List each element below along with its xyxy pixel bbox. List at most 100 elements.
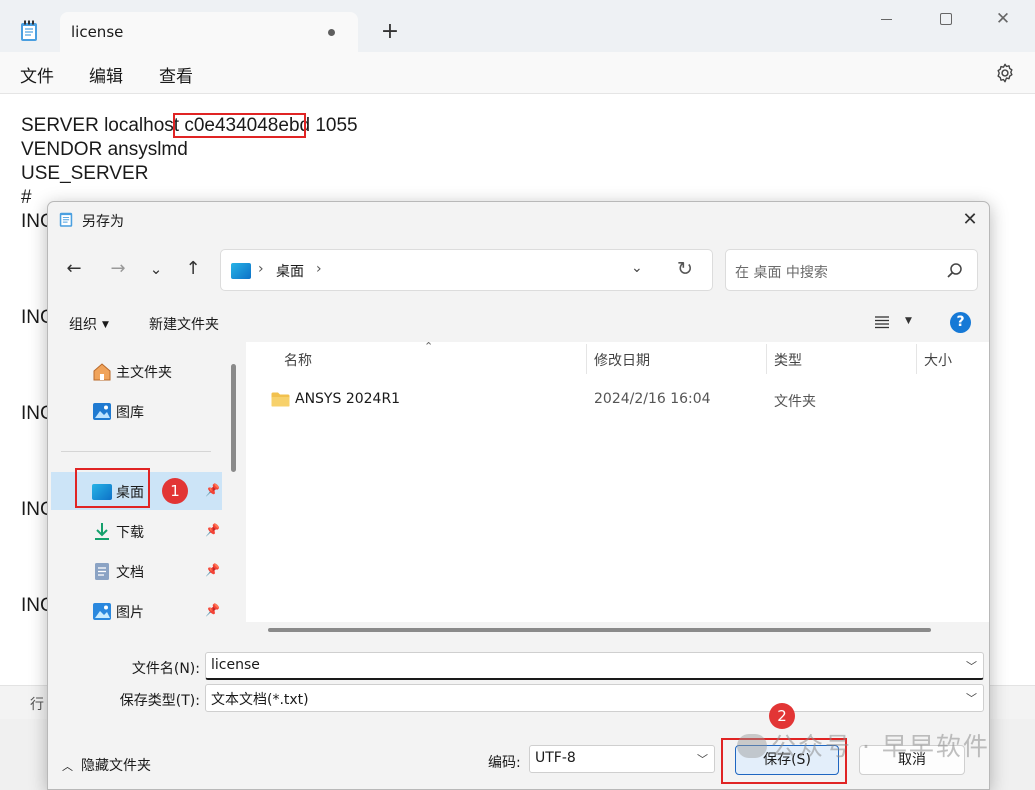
maximize-button[interactable] [930,8,960,30]
caret-down-icon: ▼ [102,320,109,330]
hide-folders-toggle[interactable]: ︿ 隐藏文件夹 [62,755,151,775]
editor-line: VENDOR ansyslmd [21,139,188,160]
column-header-modified[interactable]: 修改日期 [594,350,650,370]
horizontal-scrollbar[interactable] [246,622,989,638]
sidebar-item-label: 下载 [116,525,144,541]
hostid-highlight-box [173,113,306,138]
pin-icon: 📌 [205,483,220,497]
file-list: 名称 ⌃ 修改日期 类型 大小 ANSYS 2024R1 2024/2/16 1… [246,340,989,638]
column-separator[interactable] [586,344,587,374]
chevron-up-icon: ︿ [62,760,73,773]
column-header-label: 名称 [284,353,312,369]
address-dropdown-button[interactable]: ⌄ [631,260,643,276]
sidebar-item-documents[interactable]: 文档 📌 [51,552,222,590]
horizontal-scrollbar-thumb[interactable] [268,628,931,632]
file-modified: 2024/2/16 16:04 [594,391,711,407]
menu-view[interactable]: 查看 [159,62,193,87]
up-button[interactable]: ↑ [182,258,204,280]
filetype-label: 保存类型(T): [119,693,200,709]
step-badge-2: 2 [769,703,795,729]
encoding-label: 编码: [488,755,521,771]
dialog-close-button[interactable]: ✕ [958,208,982,232]
sidebar-item-pictures[interactable]: 图片 📌 [51,592,222,630]
chevron-down-icon[interactable]: ﹀ [966,690,977,706]
home-icon [93,363,111,381]
forward-button[interactable]: → [107,258,129,280]
encoding-value: UTF-8 [535,750,576,766]
filename-value: license [211,657,260,673]
notepad-app-icon [59,212,73,227]
nav-scrollbar-thumb[interactable] [231,364,236,472]
view-options-caret-icon[interactable]: ▼ [905,316,912,326]
filetype-select[interactable]: 文本文档(*.txt) ﹀ [205,684,984,712]
organize-menu-button[interactable]: 组织 ▼ [69,314,109,334]
editor-line: # [21,187,32,208]
gallery-icon [93,403,111,420]
sidebar-item-label: 图片 [116,605,144,621]
notepad-titlebar: license + ✕ [0,0,1035,52]
sidebar-item-home[interactable]: 主文件夹 [51,352,222,390]
search-input[interactable]: 在 桌面 中搜索 [725,249,978,291]
notepad-app-icon [21,20,37,41]
download-icon [95,523,109,540]
hide-folders-label: 隐藏文件夹 [81,758,151,774]
nav-divider [61,451,211,452]
breadcrumb-desktop[interactable]: 桌面 [276,261,304,281]
file-row[interactable]: ANSYS 2024R1 2024/2/16 16:04 文件夹 [246,386,989,416]
minimize-button[interactable] [872,8,902,30]
file-name: ANSYS 2024R1 [295,391,401,407]
pictures-icon [93,603,111,620]
gear-icon[interactable] [994,62,1016,84]
sort-ascending-icon: ⌃ [424,340,434,353]
filename-field[interactable]: license ﹀ [205,652,984,680]
window-close-button[interactable]: ✕ [988,8,1018,30]
filename-label: 文件名(N): [131,661,200,677]
document-icon [95,563,109,580]
pin-icon: 📌 [205,563,220,577]
column-separator[interactable] [916,344,917,374]
editor-line: USE_SERVER [21,163,149,184]
refresh-button[interactable]: ↻ [677,258,693,280]
sidebar-item-gallery[interactable]: 图库 [51,392,222,430]
search-icon [947,263,962,278]
recent-locations-button[interactable]: ⌄ [145,258,167,280]
menu-file[interactable]: 文件 [20,62,54,87]
tab-license[interactable]: license [60,12,358,52]
unsaved-dot-icon[interactable] [328,29,335,36]
column-header-type[interactable]: 类型 [774,350,802,370]
filetype-value: 文本文档(*.txt) [211,692,309,708]
encoding-select[interactable]: UTF-8 ﹀ [529,745,715,773]
new-tab-button[interactable]: + [376,18,404,46]
wechat-icon [737,734,767,758]
desktop-highlight-box [75,468,150,508]
watermark: 公众号 · 早早软件 [737,727,990,763]
status-line-indicator: 行 [30,697,44,713]
pin-icon: 📌 [205,523,220,537]
sidebar-item-label: 主文件夹 [116,365,172,381]
organize-label: 组织 [69,317,97,333]
menu-edit[interactable]: 编辑 [89,62,123,87]
column-header-name[interactable]: 名称 [284,350,312,370]
search-placeholder: 在 桌面 中搜索 [735,265,828,281]
chevron-right-icon[interactable]: › [258,261,264,277]
sidebar-item-label: 文档 [116,565,144,581]
save-as-dialog: 另存为 ✕ ← → ⌄ ↑ › 桌面 › ⌄ ↻ 在 桌面 中搜索 组织 ▼ 新建… [47,201,990,790]
back-button[interactable]: ← [63,258,85,280]
help-icon[interactable]: ? [950,312,971,333]
new-folder-button[interactable]: 新建文件夹 [149,314,219,334]
view-list-icon[interactable] [874,315,890,329]
tab-title: license [71,23,124,41]
step-badge-1: 1 [162,478,188,504]
address-bar[interactable]: › 桌面 › ⌄ ↻ [220,249,713,291]
sidebar-item-downloads[interactable]: 下载 📌 [51,512,222,550]
chevron-right-icon[interactable]: › [316,261,322,277]
dialog-title: 另存为 [82,214,124,230]
chevron-down-icon[interactable]: ﹀ [697,751,708,767]
chevron-down-icon[interactable]: ﹀ [966,658,977,674]
column-separator[interactable] [766,344,767,374]
sidebar-item-label: 图库 [116,405,144,421]
column-header-size[interactable]: 大小 [924,350,952,370]
file-type: 文件夹 [774,394,816,410]
pin-icon: 📌 [205,603,220,617]
desktop-icon [231,263,251,279]
